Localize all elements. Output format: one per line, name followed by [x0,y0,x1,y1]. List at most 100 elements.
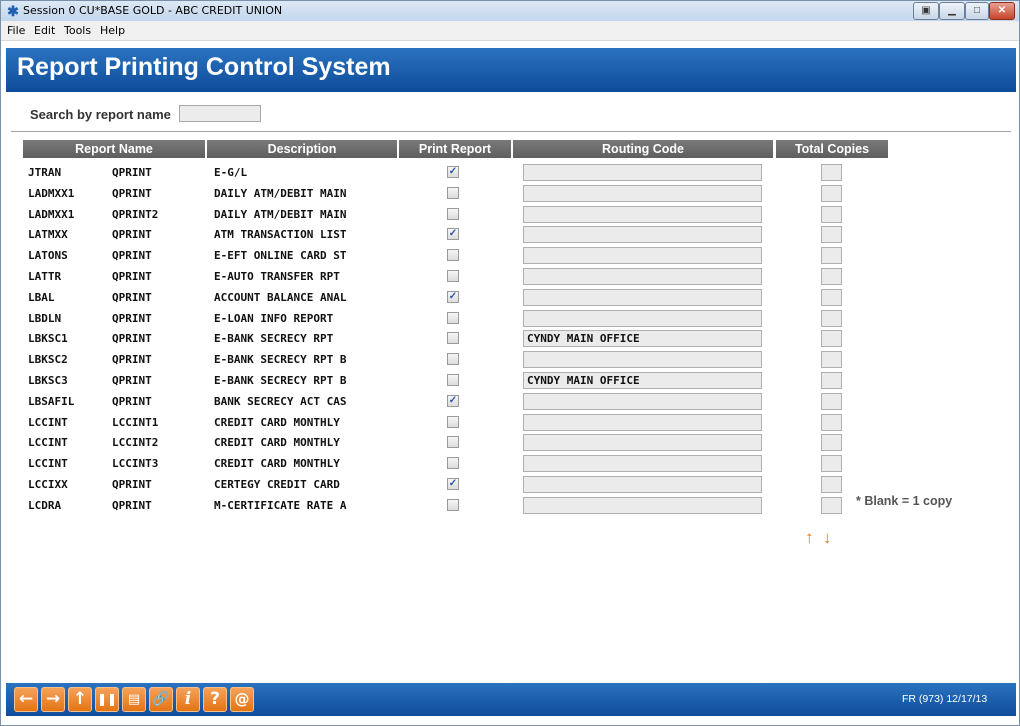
routing-code-field[interactable] [523,309,762,327]
link-icon[interactable]: 🔗 [149,687,173,712]
search-label: Search by report name [30,107,171,122]
routing-code-field[interactable] [523,184,762,202]
total-copies-field[interactable] [821,288,842,306]
total-copies-field[interactable] [821,184,842,202]
at-icon[interactable]: @ [230,687,254,712]
report-description: E-G/L [214,166,248,179]
routing-code-field[interactable] [523,247,762,265]
print-report-checkbox[interactable] [447,249,459,262]
report-name: LBAL [28,290,55,304]
print-report-checkbox[interactable] [447,311,459,324]
report-name: LCDRA [28,498,62,512]
report-name: LATONS [28,249,68,263]
total-copies-field[interactable] [821,330,842,348]
total-copies-field[interactable] [821,247,842,265]
total-copies-field[interactable] [821,309,842,327]
scroll-down-arrow-icon[interactable]: ↓ [823,528,832,548]
table-row: LCCINT LCCINT3 CREDIT CARD MONTHLY [1,454,1019,475]
report-description: E-AUTO TRANSFER RPT [214,269,340,283]
report-name: LBKSC3 [28,373,68,387]
report-description: E-LOAN INFO REPORT [214,311,334,325]
up-arrow-icon[interactable]: ↑ [68,687,92,712]
report-description: ATM TRANSACTION LIST [214,228,347,242]
print-report-checkbox[interactable]: ✓ [447,228,459,241]
total-copies-field[interactable] [821,205,842,223]
output-queue: LCCINT2 [112,436,159,450]
routing-code-field[interactable] [523,413,762,431]
total-copies-field[interactable] [821,392,842,410]
menu-edit[interactable]: Edit [34,24,55,37]
routing-code-field[interactable] [523,288,762,306]
menu-file[interactable]: File [7,24,25,37]
table-row: LBKSC1 QPRINT E-BANK SECRECY RPT CYNDY MAIN… [1,329,1019,350]
info-icon[interactable]: i [176,687,200,712]
print-report-checkbox[interactable] [447,457,459,470]
total-copies-field[interactable] [821,475,842,493]
output-queue: LCCINT1 [112,415,159,429]
total-copies-field[interactable] [821,351,842,369]
report-description: CREDIT CARD MONTHLY [214,415,340,429]
routing-code-field[interactable] [523,164,762,181]
output-queue: QPRINT [112,353,152,367]
output-queue: QPRINT [112,498,152,512]
report-name: LCCINT [28,457,68,471]
print-report-checkbox[interactable]: ✓ [447,394,459,407]
total-copies-field[interactable] [821,267,842,285]
routing-code-field[interactable] [523,351,762,369]
print-report-checkbox[interactable] [447,415,459,428]
menu-tools[interactable]: Tools [64,24,91,37]
column-header-description: Description [207,140,397,158]
report-name: LCCIXX [28,477,68,491]
total-copies-field[interactable] [821,413,842,431]
search-input[interactable] [179,105,261,122]
print-icon[interactable]: ▤ [122,687,146,712]
print-report-checkbox[interactable] [447,332,459,345]
back-arrow-icon[interactable]: ← [14,687,38,712]
total-copies-field[interactable] [821,226,842,244]
routing-code-field[interactable]: CYNDY MAIN OFFICE [523,371,762,389]
output-queue: QPRINT [112,332,152,346]
print-report-checkbox[interactable] [447,373,459,386]
help-icon[interactable]: ? [203,687,227,712]
table-row: LBAL QPRINT ACCOUNT BALANCE ANAL ✓ [1,288,1019,309]
routing-code-field[interactable] [523,475,762,493]
pause-icon[interactable]: ❚❚ [95,687,119,712]
print-report-checkbox[interactable] [447,498,459,511]
print-report-checkbox[interactable] [447,269,459,282]
scroll-up-arrow-icon[interactable]: ↑ [805,528,814,548]
print-report-checkbox[interactable] [447,207,459,220]
close-button[interactable]: ✕ [989,2,1015,20]
routing-code-field[interactable] [523,205,762,223]
print-report-checkbox[interactable] [447,436,459,449]
print-report-checkbox[interactable]: ✓ [447,477,459,490]
total-copies-field[interactable] [821,496,842,514]
minimize-button[interactable]: ▁ [939,2,965,20]
total-copies-field[interactable] [821,164,842,181]
print-report-checkbox[interactable]: ✓ [447,166,459,178]
report-description: ACCOUNT BALANCE ANAL [214,290,347,304]
total-copies-field[interactable] [821,371,842,389]
total-copies-field[interactable] [821,455,842,473]
routing-code-field[interactable] [523,226,762,244]
table-row: LCCINT LCCINT1 CREDIT CARD MONTHLY [1,413,1019,434]
print-report-checkbox[interactable]: ✓ [447,290,459,303]
forward-arrow-icon[interactable]: → [41,687,65,712]
print-report-checkbox[interactable] [447,186,459,199]
report-description: E-BANK SECRECY RPT B [214,373,347,387]
routing-code-field[interactable] [523,496,762,514]
page-title: Report Printing Control System [17,53,391,81]
table-row: LCCINT LCCINT2 CREDIT CARD MONTHLY [1,433,1019,454]
print-report-checkbox[interactable] [447,353,459,366]
routing-code-field[interactable] [523,455,762,473]
maximize-button[interactable]: □ [965,2,989,20]
window-special-button[interactable]: ▣ [913,2,939,20]
routing-code-field[interactable] [523,392,762,410]
routing-code-field[interactable] [523,434,762,452]
column-header-total-copies: Total Copies [776,140,888,158]
report-name: LBKSC1 [28,332,68,346]
total-copies-field[interactable] [821,434,842,452]
routing-code-field[interactable] [523,267,762,285]
column-header-report-name: Report Name [23,140,205,158]
routing-code-field[interactable]: CYNDY MAIN OFFICE [523,330,762,348]
menu-help[interactable]: Help [100,24,125,37]
